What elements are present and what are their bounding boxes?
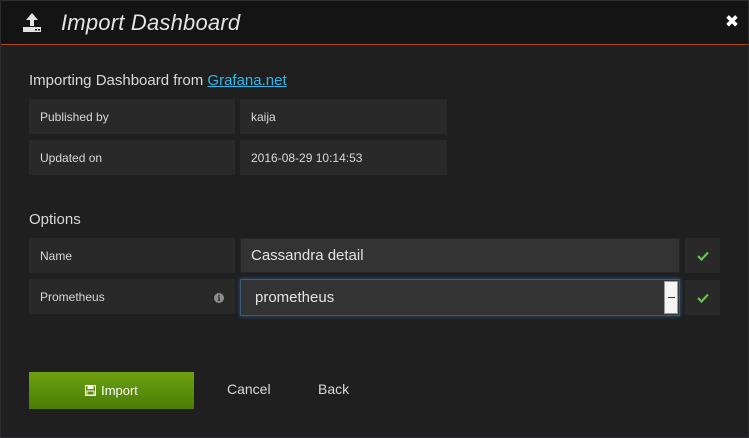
select-scroll-handle[interactable]: [664, 281, 678, 314]
grafana-net-link[interactable]: Grafana.net: [207, 72, 286, 89]
options-title: Options: [29, 211, 81, 228]
back-button[interactable]: Back: [318, 381, 349, 397]
prometheus-datasource-select[interactable]: prometheus: [240, 279, 680, 316]
name-valid-indicator: [685, 238, 720, 273]
import-dashboard-modal: Import Dashboard ✖ Importing Dashboard f…: [0, 0, 749, 438]
upload-icon: [23, 13, 41, 32]
modal-header: Import Dashboard ✖: [1, 1, 748, 45]
check-icon: [696, 251, 709, 261]
name-input[interactable]: Cassandra detail: [240, 238, 680, 273]
prometheus-valid-indicator: [685, 280, 720, 315]
published-by-value: kaija: [240, 99, 447, 134]
save-icon: [85, 385, 97, 396]
import-button-label: Import: [101, 383, 138, 398]
published-by-label: Published by: [29, 99, 235, 134]
prometheus-label: Prometheus: [29, 279, 235, 314]
import-source-prefix: Importing Dashboard from: [29, 72, 208, 89]
cancel-button[interactable]: Cancel: [227, 381, 271, 397]
check-icon: [696, 293, 709, 303]
updated-on-label: Updated on: [29, 140, 235, 175]
info-icon[interactable]: i: [214, 293, 224, 303]
updated-on-value: 2016-08-29 10:14:53: [240, 140, 447, 175]
modal-title: Import Dashboard: [61, 10, 241, 35]
import-button[interactable]: Import: [29, 372, 194, 409]
import-source-title: Importing Dashboard from Grafana.net: [29, 72, 287, 89]
scroll-handle-line: [668, 297, 675, 298]
close-icon[interactable]: ✖: [724, 13, 740, 30]
name-label: Name: [29, 238, 235, 273]
